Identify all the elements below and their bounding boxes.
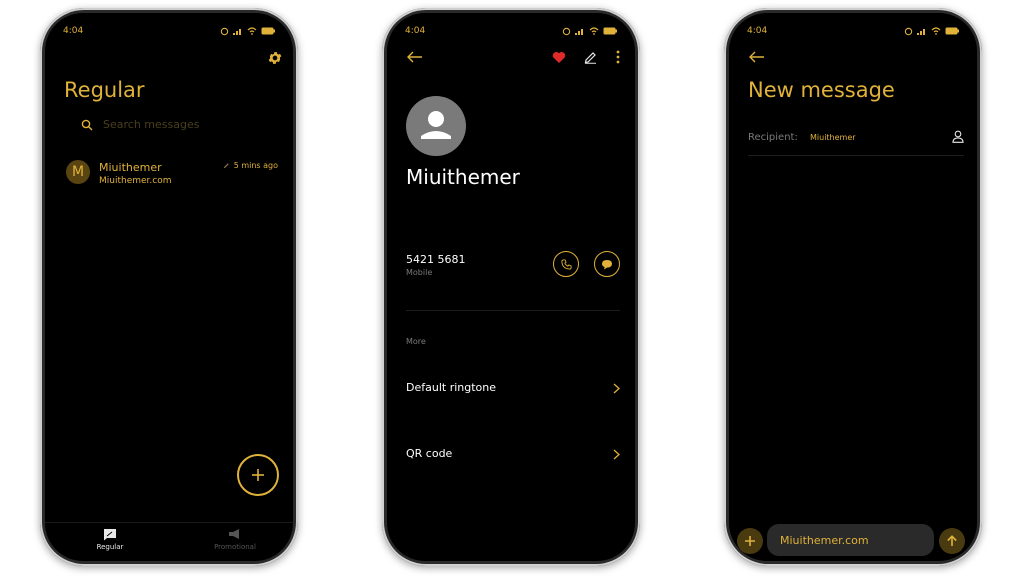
- status-time: 4:04: [63, 26, 84, 36]
- menu-item-default-ringtone[interactable]: Default ringtone: [406, 375, 620, 403]
- call-button[interactable]: [553, 251, 579, 277]
- person-icon: [421, 111, 451, 139]
- battery-icon: [603, 27, 617, 35]
- recipient-chip[interactable]: Miuithemer: [810, 133, 856, 142]
- back-arrow-icon[interactable]: [407, 51, 423, 63]
- alarm-icon: [220, 27, 229, 35]
- edit-pencil-icon[interactable]: [584, 50, 597, 64]
- alarm-icon: [904, 27, 913, 35]
- send-button[interactable]: [939, 528, 965, 554]
- status-bar: 4:04: [747, 25, 959, 37]
- screen: 4:04 Regular Search messages M Miuitheme…: [45, 13, 293, 561]
- status-icons: [562, 27, 617, 36]
- tab-promotional[interactable]: Promotional: [205, 528, 265, 551]
- search-bar[interactable]: Search messages: [81, 118, 199, 131]
- tab-label: Promotional: [214, 543, 256, 551]
- chat-icon: [104, 529, 116, 541]
- message-text: Miuithemer.com: [780, 533, 869, 547]
- status-icons: [220, 27, 275, 36]
- section-label: More: [406, 337, 426, 346]
- page-title: Regular: [64, 78, 145, 102]
- search-input[interactable]: Search messages: [103, 118, 199, 131]
- status-time: 4:04: [405, 26, 426, 36]
- plus-icon: [252, 469, 264, 481]
- conversation-meta: 5 mins ago: [223, 161, 278, 170]
- phone-contact-details: 4:04 Miuithemer 5421 5681 Mobile More De…: [382, 8, 640, 566]
- divider: [748, 155, 964, 156]
- wifi-icon: [931, 27, 941, 35]
- status-bar: 4:04: [405, 25, 617, 37]
- heart-icon[interactable]: [552, 51, 566, 64]
- megaphone-icon: [229, 529, 239, 539]
- message-button[interactable]: [594, 251, 620, 277]
- message-bubble-icon: [602, 259, 612, 269]
- tab-label: Regular: [96, 543, 124, 551]
- status-bar: 4:04: [63, 25, 275, 37]
- plus-icon: [745, 536, 755, 546]
- conversation-preview: Miuithemer.com: [99, 176, 172, 186]
- contact-name: Miuithemer: [406, 165, 520, 189]
- battery-icon: [261, 27, 275, 35]
- arrow-up-icon: [947, 535, 957, 546]
- screen: 4:04 Miuithemer 5421 5681 Mobile More De…: [387, 13, 635, 561]
- conversation-item[interactable]: M Miuithemer Miuithemer.com 5 mins ago: [64, 157, 284, 193]
- signal-icon: [917, 29, 925, 35]
- attach-button[interactable]: [737, 528, 763, 554]
- more-vertical-icon[interactable]: [616, 50, 620, 64]
- chevron-right-icon: [613, 383, 620, 394]
- compose-button[interactable]: [237, 454, 279, 496]
- menu-item-qr-code[interactable]: QR code: [406, 441, 620, 469]
- back-arrow-icon[interactable]: [749, 51, 765, 63]
- battery-icon: [945, 27, 959, 35]
- contact-picker-icon[interactable]: [952, 130, 964, 143]
- wifi-icon: [247, 27, 257, 35]
- signal-icon: [575, 29, 583, 35]
- screen: 4:04 New message Recipient: Miuithemer M…: [729, 13, 977, 561]
- search-icon: [81, 119, 93, 130]
- gear-icon[interactable]: [267, 50, 283, 66]
- recipient-field[interactable]: Recipient: Miuithemer: [748, 125, 964, 153]
- conversation-name: Miuithemer: [99, 161, 162, 174]
- wifi-icon: [589, 27, 599, 35]
- menu-item-label: Default ringtone: [406, 381, 497, 394]
- phone-type: Mobile: [406, 268, 433, 277]
- conversation-time: 5 mins ago: [233, 161, 278, 170]
- contact-avatar: [406, 96, 466, 156]
- message-input[interactable]: Miuithemer.com: [767, 524, 934, 556]
- phone-messages-list: 4:04 Regular Search messages M Miuitheme…: [40, 8, 298, 566]
- menu-item-label: QR code: [406, 447, 453, 460]
- alarm-icon: [562, 27, 571, 35]
- signal-icon: [233, 29, 241, 35]
- tab-divider: [45, 522, 293, 523]
- chevron-right-icon: [613, 449, 620, 460]
- recipient-label: Recipient:: [748, 132, 798, 143]
- phone-number[interactable]: 5421 5681: [406, 253, 466, 266]
- phone-new-message: 4:04 New message Recipient: Miuithemer M…: [724, 8, 982, 566]
- page-title: New message: [748, 78, 895, 102]
- status-time: 4:04: [747, 26, 768, 36]
- phone-icon: [560, 258, 572, 270]
- avatar: M: [66, 160, 90, 184]
- status-icons: [904, 27, 959, 36]
- tab-regular[interactable]: Regular: [83, 528, 137, 551]
- pencil-icon: [223, 163, 229, 169]
- divider: [406, 310, 620, 311]
